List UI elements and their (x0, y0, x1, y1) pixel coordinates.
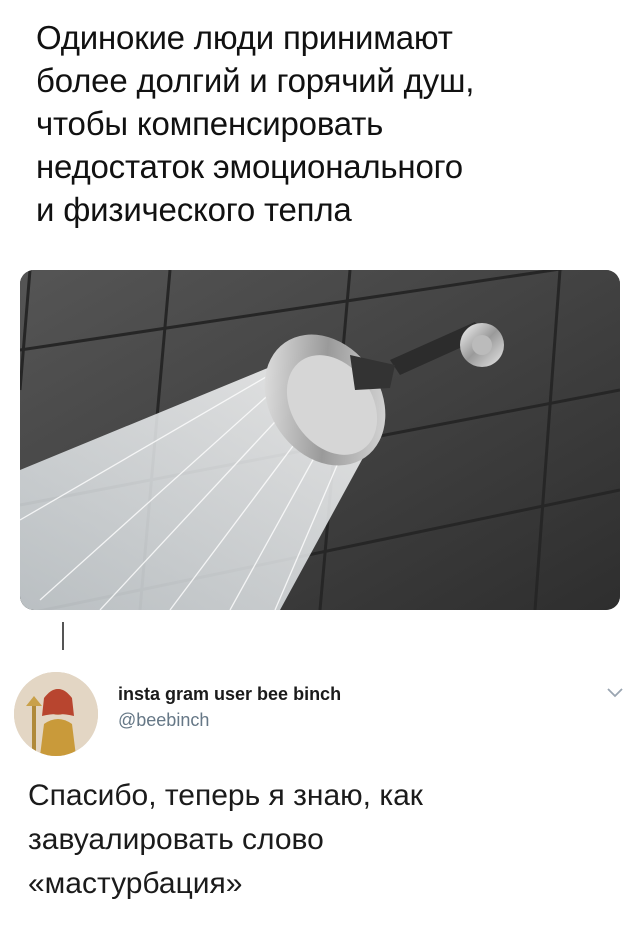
headline-line: чтобы компенсировать (36, 105, 384, 142)
headline-line: Одинокие люди принимают (36, 19, 453, 56)
reply-line: «мастурбация» (28, 867, 243, 900)
avatar[interactable] (14, 672, 98, 756)
avatar-image (14, 672, 98, 756)
shower-head-icon (20, 270, 620, 610)
reply-line: Спасибо, теперь я знаю, как (28, 779, 423, 812)
reply-line: завуалировать слово (28, 823, 324, 856)
reply-author[interactable]: insta gram user bee binch @beebinch (14, 672, 626, 756)
thread-connector (62, 622, 64, 650)
reply-text: Спасибо, теперь я знаю, как завуалироват… (28, 774, 618, 906)
headline-line: и физического тепла (36, 191, 352, 228)
display-name[interactable]: insta gram user bee binch (118, 684, 341, 705)
shower-photo[interactable] (20, 270, 620, 610)
user-handle[interactable]: @beebinch (118, 710, 209, 731)
chevron-down-icon[interactable] (606, 686, 624, 700)
headline-line: более долгий и горячий душ, (36, 62, 475, 99)
meme-headline: Одинокие люди принимают более долгий и г… (36, 16, 616, 231)
headline-line: недостаток эмоционального (36, 148, 463, 185)
